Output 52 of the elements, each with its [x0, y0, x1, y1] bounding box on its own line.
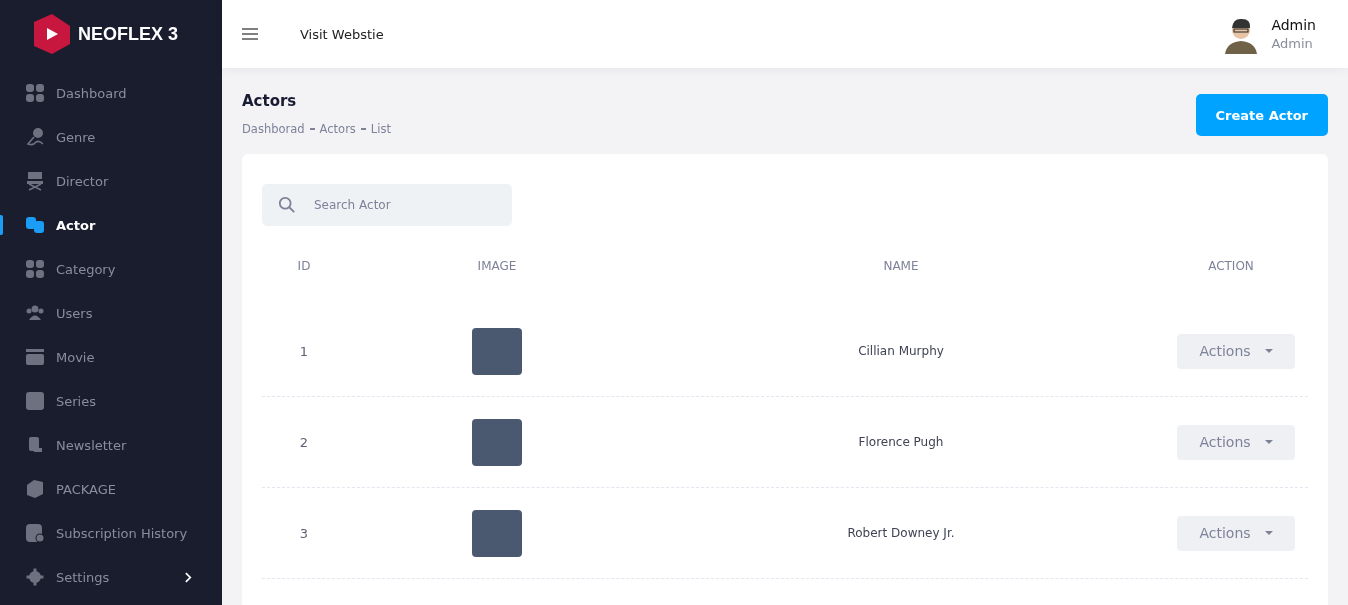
- chair-icon: [25, 171, 45, 191]
- breadcrumb-separator-icon: [309, 128, 315, 130]
- logo-icon: [32, 14, 72, 54]
- users-icon: [25, 303, 45, 323]
- caret-icon: [1264, 349, 1273, 353]
- page-title: Actors: [242, 92, 298, 110]
- search-field[interactable]: Search Actor: [262, 184, 512, 226]
- actions-dropdown[interactable]: Actions: [1177, 424, 1295, 460]
- caret-icon: [1264, 531, 1273, 535]
- create-actor-button[interactable]: Create Actor: [1195, 94, 1328, 136]
- table-cell-text: Robert Downey Jr.: [846, 526, 956, 540]
- caret-icon: [1264, 440, 1273, 444]
- sidebar-item[interactable]: Users: [0, 291, 222, 335]
- sidebar-item[interactable]: Dashboard: [0, 71, 222, 115]
- table-cell-text: Cillian Murphy: [857, 344, 945, 358]
- column-header: ACTION: [1207, 259, 1255, 273]
- sidebar-item[interactable]: Movie: [0, 335, 222, 379]
- breadcrumb-item[interactable]: Dashborad: [242, 122, 305, 136]
- box-icon: [25, 479, 45, 499]
- photo-placeholder: [472, 509, 522, 557]
- breadcrumb-item[interactable]: Actors: [319, 122, 356, 136]
- sidebar-item[interactable]: PACKAGE: [0, 467, 222, 511]
- column-header: ID: [296, 259, 312, 273]
- user-role: Admin: [1271, 36, 1314, 51]
- sidebar-item[interactable]: Genre: [0, 115, 222, 159]
- column-header: NAME: [882, 259, 920, 273]
- sidebar-item[interactable]: Director: [0, 159, 222, 203]
- actions-dropdown[interactable]: Actions: [1177, 333, 1295, 369]
- photo-placeholder: [472, 327, 522, 375]
- mic-icon: [25, 127, 45, 147]
- menu-icon[interactable]: [242, 28, 258, 40]
- column-header: IMAGE: [476, 259, 518, 273]
- photo-placeholder: [472, 418, 522, 466]
- sidebar-item[interactable]: Settings: [0, 555, 222, 599]
- grid-icon: [25, 83, 45, 103]
- grid-icon: [25, 259, 45, 279]
- breadcrumb-item[interactable]: List: [370, 122, 391, 136]
- clap-icon: [25, 347, 45, 367]
- table-cell-text: 3: [298, 525, 310, 541]
- sidebar-item[interactable]: Subscription History: [0, 511, 222, 555]
- sidebar-item[interactable]: Series: [0, 379, 222, 423]
- brand-name: NEOFLEX 3: [78, 23, 179, 45]
- sidebar-item[interactable]: Actor: [0, 203, 222, 247]
- table-cell-text: 1: [298, 343, 310, 359]
- sidebar-item[interactable]: Category: [0, 247, 222, 291]
- visit-website-link[interactable]: Visit Webstie: [300, 26, 384, 42]
- sidebar-item[interactable]: Newsletter: [0, 423, 222, 467]
- breadcrumb-separator-icon: [360, 128, 366, 130]
- table-cell-text: 2: [298, 434, 310, 450]
- table-cell-text: Florence Pugh: [857, 435, 945, 449]
- actions-dropdown[interactable]: Actions: [1177, 515, 1295, 551]
- user-name: Admin: [1271, 17, 1316, 33]
